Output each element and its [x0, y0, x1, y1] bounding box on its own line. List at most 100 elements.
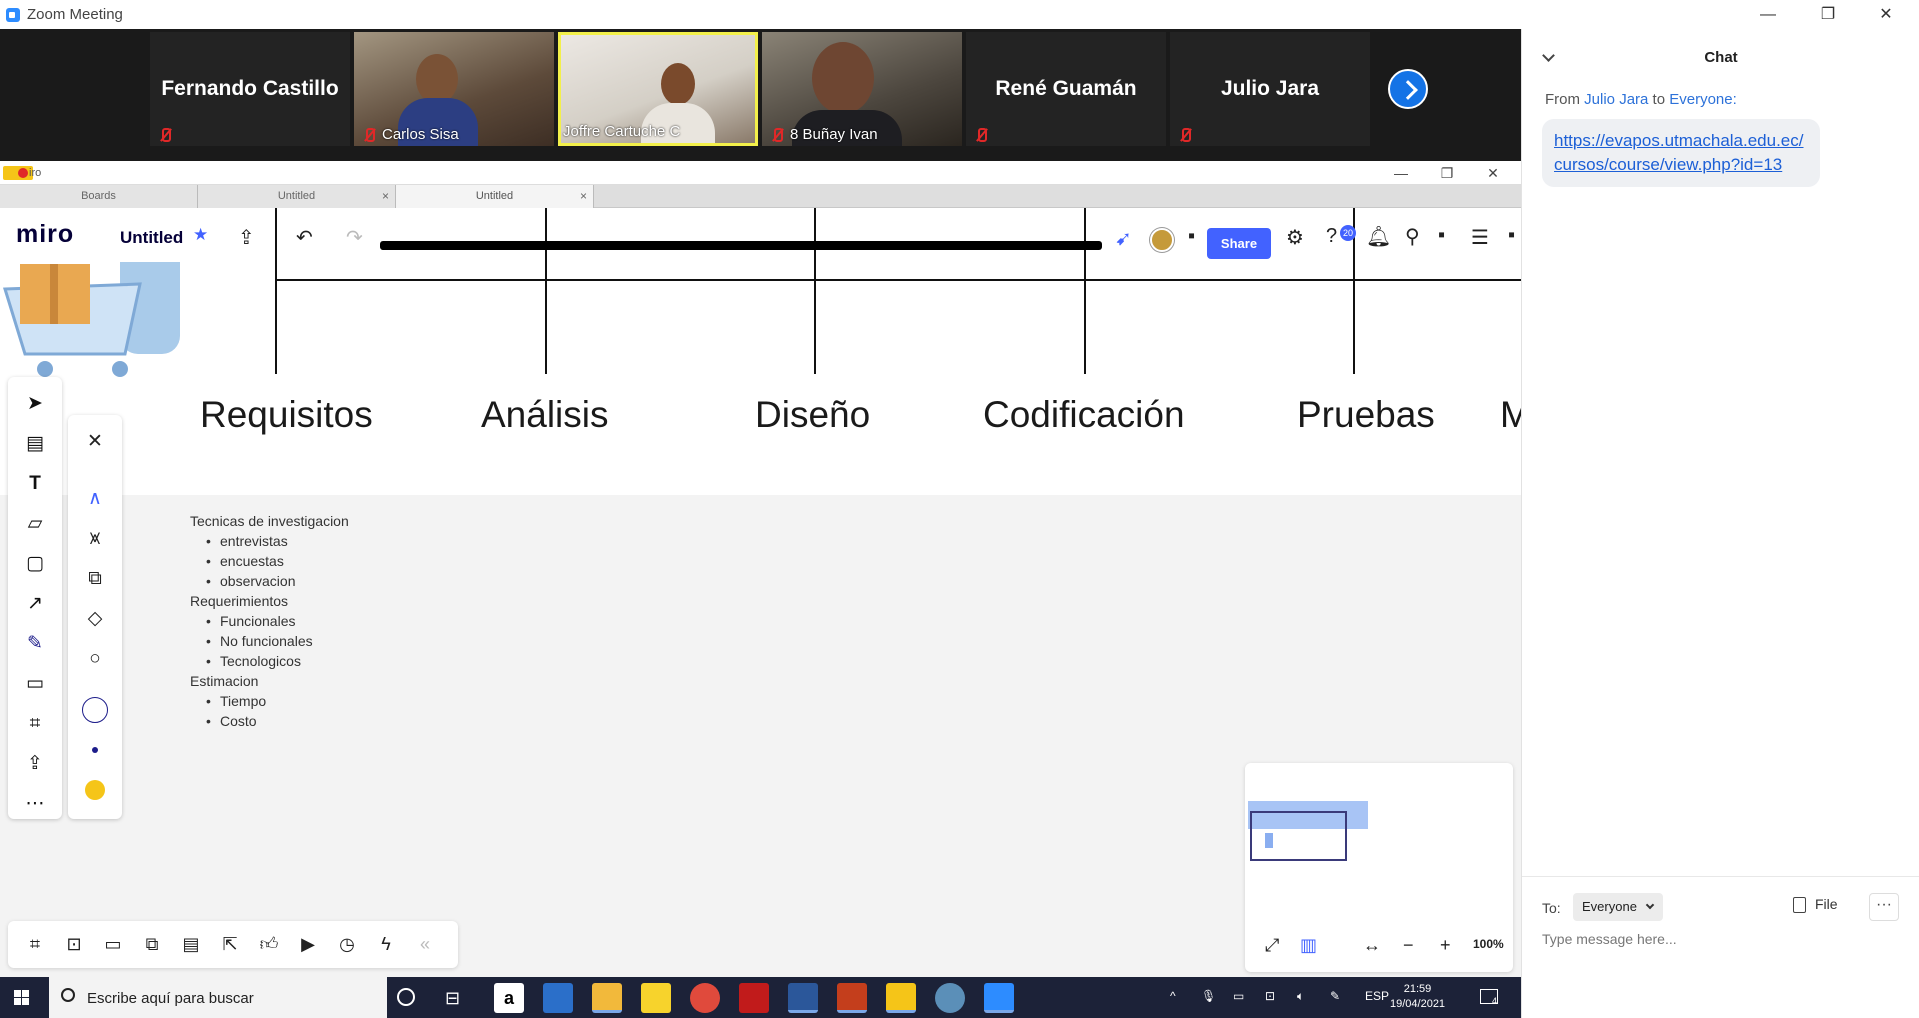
- powerpoint-icon[interactable]: [837, 983, 867, 1013]
- present-icon[interactable]: ⊡: [63, 933, 85, 955]
- battery-icon[interactable]: ▭: [1233, 989, 1244, 1003]
- lasso-icon[interactable]: ○: [85, 649, 105, 669]
- connection-line-icon[interactable]: ↗: [25, 594, 45, 614]
- acrobat-icon[interactable]: [739, 983, 769, 1013]
- settings-sliders-icon[interactable]: ⚙: [1286, 225, 1304, 250]
- windows-start-icon[interactable]: [14, 990, 30, 1006]
- amazon-icon[interactable]: a: [494, 983, 524, 1013]
- share-screen-icon[interactable]: ⇱: [219, 933, 241, 955]
- medium-stroke-icon[interactable]: [82, 737, 108, 763]
- message-link[interactable]: https://evapos.utmachala.edu.ec/cursos/c…: [1554, 131, 1804, 174]
- collapse-icon[interactable]: «: [414, 933, 436, 955]
- participant-tile[interactable]: Julio Jara: [1170, 32, 1370, 146]
- voting-icon[interactable]: 👍︎: [258, 933, 280, 955]
- restore-button[interactable]: ❐: [1806, 2, 1850, 28]
- pen-icon[interactable]: ∧: [85, 489, 105, 509]
- microphone-icon[interactable]: 🎙︎: [1201, 989, 1216, 1003]
- participant-tile[interactable]: René Guamán: [966, 32, 1166, 146]
- volume-icon[interactable]: 🔈︎: [1297, 989, 1304, 1004]
- tray-chevron-icon[interactable]: ^: [1170, 989, 1176, 1003]
- bell-icon[interactable]: 🔔︎: [1366, 224, 1391, 249]
- fit-width-icon[interactable]: ↔: [1363, 935, 1381, 956]
- sender-name[interactable]: Julio Jara: [1584, 91, 1648, 108]
- phase-label[interactable]: Análisis: [481, 394, 609, 436]
- board-canvas[interactable]: Requisitos Análisis Diseño Codificación …: [0, 208, 1521, 977]
- phase-label[interactable]: Pruebas: [1297, 394, 1435, 436]
- notes-icon[interactable]: ☰: [1471, 225, 1489, 250]
- cards-icon[interactable]: ⧉: [141, 933, 163, 955]
- upload-icon[interactable]: ⇪: [25, 754, 45, 774]
- templates-icon[interactable]: ▤: [25, 434, 45, 454]
- frames-icon[interactable]: ⌗: [24, 933, 46, 955]
- eraser-icon[interactable]: ◇: [85, 609, 105, 629]
- minimize-button[interactable]: —: [1746, 2, 1790, 28]
- text-tool-icon[interactable]: T: [25, 474, 45, 494]
- tab-boards[interactable]: Boards: [0, 185, 198, 208]
- more-icon[interactable]: ⋯: [25, 794, 45, 814]
- recipient-select[interactable]: Everyone: [1573, 893, 1663, 921]
- marker-icon[interactable]: ⩙: [85, 529, 105, 549]
- select-arrow-icon[interactable]: ➤: [25, 394, 45, 414]
- undo-icon[interactable]: ↶: [296, 225, 313, 250]
- message-input[interactable]: Type message here...: [1542, 931, 1677, 947]
- participant-tile[interactable]: 8 Buñay Ivan: [762, 32, 962, 146]
- kanban-icon[interactable]: ▤: [180, 933, 202, 955]
- app-icon[interactable]: [935, 983, 965, 1013]
- task-view-icon[interactable]: ⊟: [445, 983, 475, 1013]
- cortana-icon[interactable]: [397, 988, 415, 1006]
- close-button[interactable]: ✕: [1864, 2, 1908, 28]
- miro-minimize-button[interactable]: —: [1378, 161, 1424, 185]
- file-button[interactable]: File: [1793, 896, 1838, 914]
- fullscreen-icon[interactable]: ⤢: [1265, 935, 1279, 956]
- video-icon[interactable]: ▶: [297, 933, 319, 955]
- store-icon[interactable]: [543, 983, 573, 1013]
- share-button[interactable]: Share: [1207, 228, 1271, 259]
- search-icon[interactable]: ⚲: [1405, 224, 1420, 249]
- phase-label[interactable]: Diseño: [755, 394, 870, 436]
- chrome-icon[interactable]: [690, 983, 720, 1013]
- cursor-filter-icon[interactable]: ➹: [1115, 226, 1132, 251]
- network-icon[interactable]: ⊡: [1265, 989, 1275, 1003]
- phase-label[interactable]: Requisitos: [200, 394, 373, 436]
- language-indicator[interactable]: ESP: [1365, 989, 1389, 1003]
- taskbar-search[interactable]: Escribe aquí para buscar: [49, 977, 387, 1018]
- comments-icon[interactable]: ▭: [102, 933, 124, 955]
- redo-icon[interactable]: ↷: [346, 225, 363, 250]
- more-options-button[interactable]: ···: [1869, 893, 1899, 921]
- map-icon[interactable]: ▥: [1300, 935, 1317, 956]
- file-explorer-icon[interactable]: [592, 983, 622, 1013]
- miro-logo[interactable]: miro: [16, 220, 74, 249]
- sticky-note-icon[interactable]: ▱: [25, 514, 45, 534]
- upload-icon[interactable]: ⇪: [238, 225, 255, 250]
- zoom-in-icon[interactable]: +: [1440, 935, 1451, 956]
- frame-icon[interactable]: ⌗: [25, 714, 45, 734]
- notifications-icon[interactable]: 4: [1480, 989, 1498, 1006]
- miro-close-button[interactable]: ✕: [1470, 161, 1516, 185]
- clock[interactable]: 21:59 19/04/2021: [1390, 982, 1445, 1012]
- zoom-level[interactable]: 100%: [1473, 937, 1504, 951]
- participant-tile-active[interactable]: Joffre Cartuche C: [558, 32, 758, 146]
- star-icon[interactable]: ★: [193, 225, 208, 245]
- avatar[interactable]: [1150, 228, 1174, 252]
- close-icon[interactable]: ✕: [85, 432, 105, 452]
- miro-restore-button[interactable]: ❐: [1424, 161, 1470, 185]
- zoom-out-icon[interactable]: −: [1403, 935, 1414, 956]
- sticky-notes-icon[interactable]: [641, 983, 671, 1013]
- close-tab-icon[interactable]: ×: [580, 185, 587, 208]
- word-icon[interactable]: [788, 983, 818, 1013]
- comment-icon[interactable]: ▭: [25, 674, 45, 694]
- pen-tray-icon[interactable]: ✎: [1330, 989, 1340, 1003]
- help-icon[interactable]: ?: [1326, 225, 1337, 248]
- timer-icon[interactable]: ◷: [336, 933, 358, 955]
- phase-label[interactable]: M: [1500, 394, 1521, 436]
- requirements-notes[interactable]: Tecnicas de investigacion entrevistas en…: [190, 511, 349, 731]
- board-name[interactable]: Untitled: [120, 228, 183, 248]
- minimap[interactable]: ⤢ ▥ ↔ − + 100%: [1245, 763, 1513, 972]
- close-tab-icon[interactable]: ×: [382, 185, 389, 208]
- phase-label[interactable]: Codificación: [983, 394, 1185, 436]
- thin-stroke-icon[interactable]: [82, 697, 108, 723]
- participant-tile[interactable]: Carlos Sisa: [354, 32, 554, 146]
- pen-icon[interactable]: ✎: [25, 634, 45, 654]
- lightning-icon[interactable]: ϟ: [375, 933, 397, 955]
- next-participants-button[interactable]: [1388, 69, 1428, 109]
